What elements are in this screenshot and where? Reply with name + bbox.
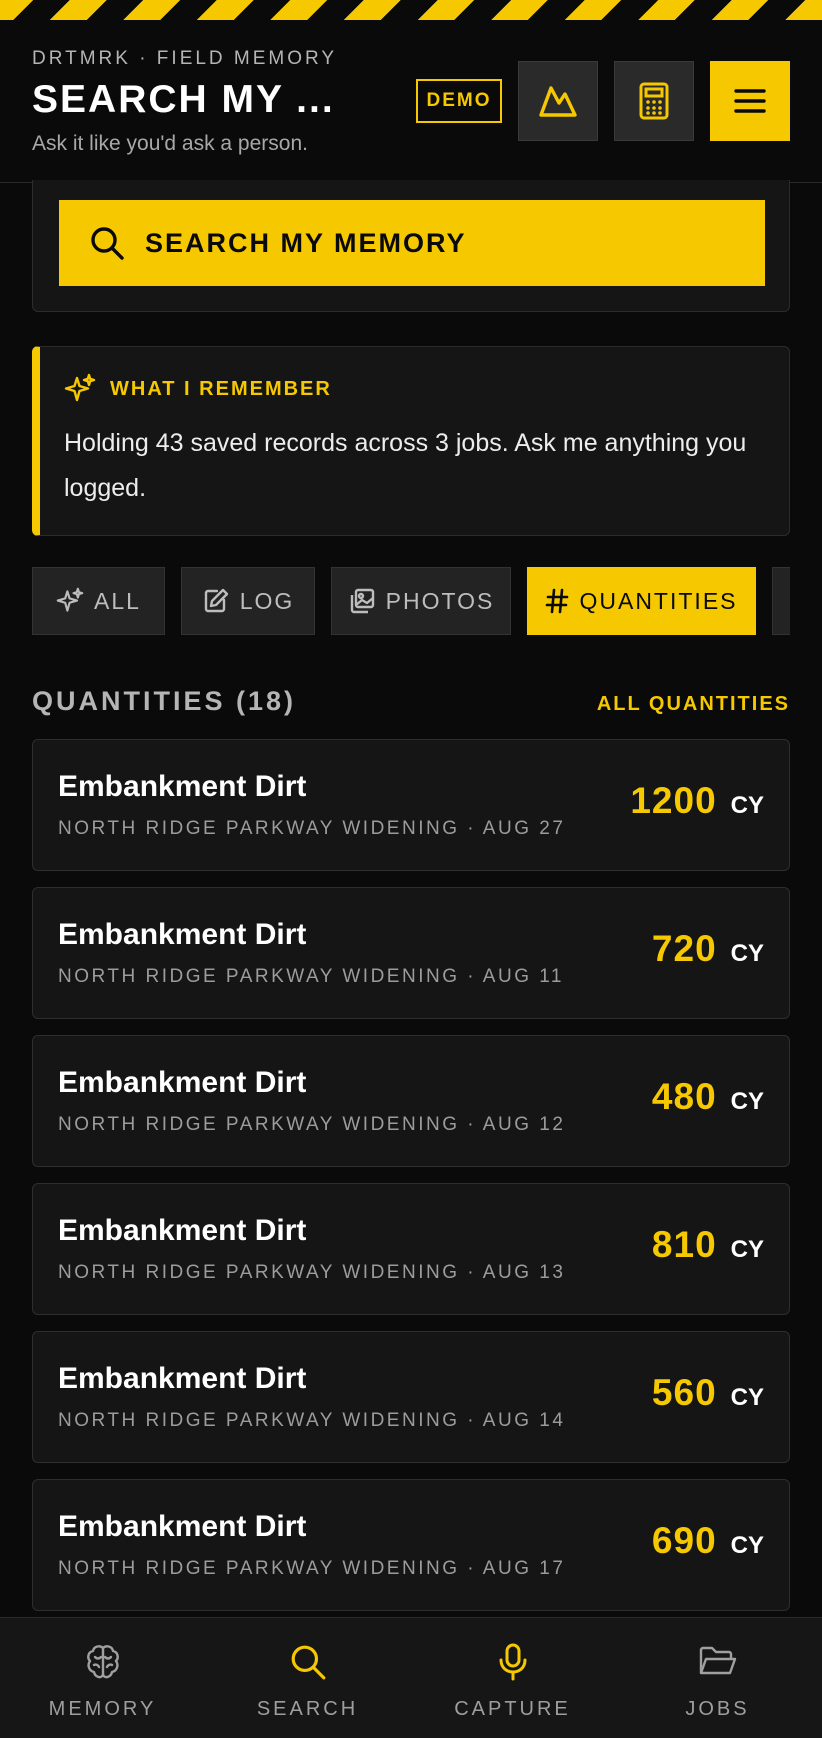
- quantity-row[interactable]: Embankment Dirt NORTH RIDGE PARKWAY WIDE…: [32, 1331, 790, 1463]
- microphone-icon: [499, 1643, 526, 1681]
- menu-button[interactable]: [710, 61, 790, 141]
- brain-icon: [86, 1645, 119, 1679]
- tab-photos-label: PHOTOS: [385, 587, 495, 614]
- quantity-name: Embankment Dirt: [58, 918, 307, 951]
- sparkle-icon: [56, 587, 84, 612]
- quantity-unit: CY: [730, 1532, 764, 1559]
- search-memory-button[interactable]: SEARCH MY MEMORY: [59, 200, 765, 286]
- memory-heading-row: WHAT I REMEMBER: [64, 373, 332, 405]
- calculator-button[interactable]: [614, 61, 694, 141]
- nav-search-label: SEARCH: [256, 1698, 359, 1720]
- photos-icon: [350, 588, 374, 614]
- quantity-row[interactable]: Embankment Dirt NORTH RIDGE PARKWAY WIDE…: [32, 1479, 790, 1611]
- quantity-meta: NORTH RIDGE PARKWAY WIDENING · AUG 11: [58, 966, 564, 987]
- quantity-row[interactable]: Embankment Dirt NORTH RIDGE PARKWAY WIDE…: [32, 887, 790, 1019]
- tab-all[interactable]: ALL: [32, 567, 165, 635]
- quantity-row[interactable]: Embankment Dirt NORTH RIDGE PARKWAY WIDE…: [32, 1183, 790, 1315]
- page-subtitle: Ask it like you'd ask a person.: [32, 132, 308, 155]
- quantity-unit: CY: [730, 1384, 764, 1411]
- mountain-icon: [539, 86, 577, 117]
- quantity-meta: NORTH RIDGE PARKWAY WIDENING · AUG 27: [58, 818, 566, 839]
- demo-badge: DEMO: [416, 79, 502, 123]
- sparkle-icon: [64, 373, 96, 402]
- quantity-unit: CY: [730, 1088, 764, 1115]
- quantity-value: 690 CY: [652, 1520, 764, 1562]
- nav-memory-label: MEMORY: [48, 1698, 157, 1720]
- quantity-unit: CY: [730, 940, 764, 967]
- quantity-value: 480 CY: [652, 1076, 764, 1118]
- tab-log-label: LOG: [239, 587, 295, 614]
- quantity-value: 810 CY: [652, 1224, 764, 1266]
- filter-tabs: ALL LOG PHOTOS QUANTITIES: [32, 567, 790, 635]
- quantity-value: 1200 CY: [630, 780, 764, 822]
- quantity-number: 480: [651, 1076, 717, 1117]
- quantity-number: 690: [651, 1520, 717, 1561]
- all-quantities-link[interactable]: ALL QUANTITIES: [597, 693, 790, 716]
- quantity-meta: NORTH RIDGE PARKWAY WIDENING · AUG 17: [58, 1558, 566, 1579]
- calculator-icon: [639, 82, 669, 120]
- tab-photos[interactable]: PHOTOS: [331, 567, 511, 635]
- edit-icon: [204, 588, 228, 613]
- tab-more[interactable]: [772, 567, 790, 635]
- section-title: QUANTITIES (18): [32, 686, 297, 716]
- quantity-row[interactable]: Embankment Dirt NORTH RIDGE PARKWAY WIDE…: [32, 739, 790, 871]
- quantity-number: 560: [651, 1372, 717, 1413]
- menu-icon: [734, 89, 766, 113]
- quantity-meta: NORTH RIDGE PARKWAY WIDENING · AUG 12: [58, 1114, 566, 1135]
- hazard-stripe: [0, 0, 822, 20]
- quantity-number: 1200: [630, 780, 717, 821]
- nav-jobs-label: JOBS: [685, 1698, 750, 1720]
- app-header: DRTMRK · FIELD MEMORY SEARCH MY ... Ask …: [0, 20, 822, 183]
- quantity-meta: NORTH RIDGE PARKWAY WIDENING · AUG 14: [58, 1410, 566, 1431]
- quantity-unit: CY: [730, 792, 764, 819]
- quantity-name: Embankment Dirt: [58, 1510, 307, 1543]
- search-icon: [291, 1645, 325, 1680]
- quantity-name: Embankment Dirt: [58, 1066, 307, 1099]
- nav-capture-label: CAPTURE: [454, 1698, 571, 1720]
- quantity-value: 720 CY: [652, 928, 764, 970]
- nav-jobs[interactable]: JOBS: [615, 1618, 820, 1738]
- quantity-name: Embankment Dirt: [58, 1214, 307, 1247]
- tab-quantities[interactable]: QUANTITIES: [527, 567, 756, 635]
- memory-summary-card: WHAT I REMEMBER Holding 43 saved records…: [32, 346, 790, 536]
- quantity-unit: CY: [730, 1236, 764, 1263]
- quantity-meta: NORTH RIDGE PARKWAY WIDENING · AUG 13: [58, 1262, 566, 1283]
- tab-log[interactable]: LOG: [181, 567, 315, 635]
- tab-all-label: ALL: [94, 587, 141, 614]
- bottom-nav: MEMORY SEARCH CAPTURE JOBS: [0, 1617, 822, 1738]
- search-memory-label: SEARCH MY MEMORY: [145, 227, 467, 258]
- quantity-name: Embankment Dirt: [58, 1362, 307, 1395]
- nav-search[interactable]: SEARCH: [205, 1618, 410, 1738]
- tab-quantities-label: QUANTITIES: [579, 587, 738, 614]
- quantity-value: 560 CY: [652, 1372, 764, 1414]
- nav-capture[interactable]: CAPTURE: [410, 1618, 615, 1738]
- quantity-name: Embankment Dirt: [58, 770, 307, 803]
- memory-heading: WHAT I REMEMBER: [110, 377, 332, 400]
- mountain-button[interactable]: [518, 61, 598, 141]
- page-title: SEARCH MY ...: [32, 78, 335, 121]
- quantity-row[interactable]: Embankment Dirt NORTH RIDGE PARKWAY WIDE…: [32, 1035, 790, 1167]
- hash-icon: [546, 588, 569, 614]
- search-card: SEARCH MY MEMORY: [32, 180, 790, 312]
- search-icon: [91, 227, 124, 260]
- quantity-number: 720: [651, 928, 717, 969]
- folder-icon: [699, 1646, 736, 1675]
- quantity-number: 810: [651, 1224, 717, 1265]
- app-eyebrow: DRTMRK · FIELD MEMORY: [32, 48, 338, 69]
- nav-memory[interactable]: MEMORY: [0, 1618, 205, 1738]
- memory-summary-text: Holding 43 saved records across 3 jobs. …: [64, 429, 747, 502]
